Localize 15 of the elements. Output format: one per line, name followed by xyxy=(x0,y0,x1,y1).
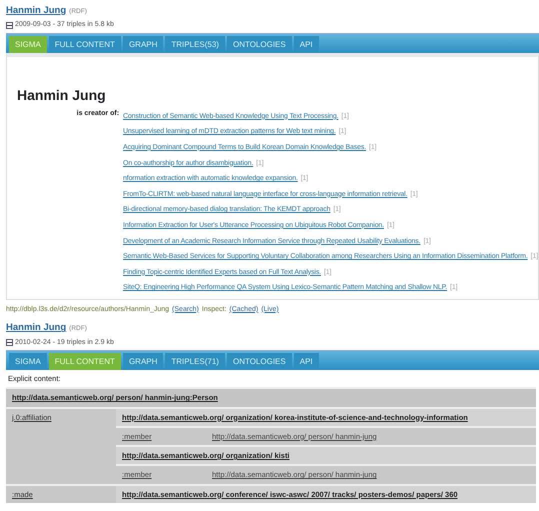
result-title-link[interactable]: Hanmin Jung xyxy=(6,5,66,16)
tab[interactable]: FULL CONTENT xyxy=(48,36,121,53)
tab[interactable]: GRAPH xyxy=(122,353,164,370)
collapse-icon[interactable] xyxy=(6,339,13,346)
tab[interactable]: GRAPH xyxy=(122,36,164,53)
tab[interactable]: ONTOLOGIES xyxy=(226,36,292,53)
result-title-link[interactable]: Hanmin Jung xyxy=(6,322,66,334)
collapse-icon[interactable] xyxy=(6,22,13,29)
tab[interactable]: TRIPLES(71) xyxy=(165,353,225,370)
tab[interactable]: ONTOLOGIES xyxy=(226,353,292,370)
tab[interactable]: API xyxy=(294,353,319,370)
tab[interactable]: TRIPLES(53) xyxy=(165,36,225,53)
person-heading: Hanmin Jung xyxy=(17,86,107,105)
tab[interactable]: API xyxy=(294,36,319,53)
tab[interactable]: SIGMA xyxy=(9,353,47,370)
